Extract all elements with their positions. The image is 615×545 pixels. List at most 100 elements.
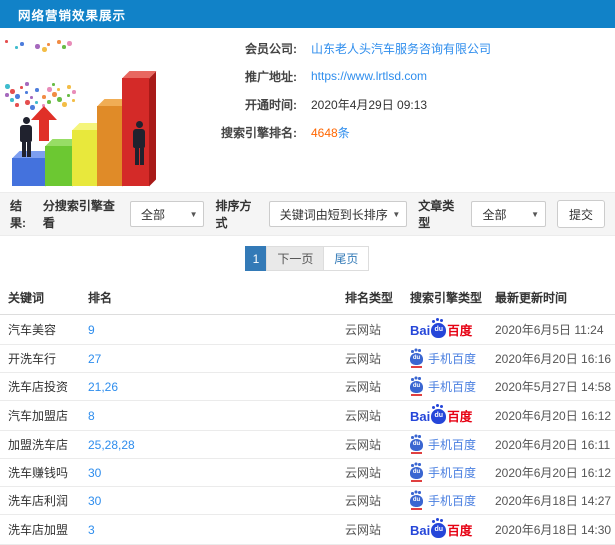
filter-controls: 分搜索引擎查看 全部 ▼ 排序方式 关键词由短到长排序 ▼ 文章类型 全部 ▼ … [37,197,605,231]
promo-url-link[interactable]: https://www.lrtlsd.com [311,69,427,83]
ranking-count-value[interactable]: 4648条 [311,124,350,141]
rank-type-cell: 云网站 [337,458,402,487]
mobile-baidu-label: 手机百度 [428,466,477,480]
confetti-dot [47,43,50,46]
confetti-dot [67,41,72,46]
rank-value-link[interactable]: 27 [88,352,101,366]
confetti-dot [20,86,23,89]
rank-value-link[interactable]: 25,28,28 [88,438,135,452]
confetti-dot [15,46,18,49]
info-row-url: 推广地址: https://www.lrtlsd.com [185,62,615,90]
rank-value-link[interactable]: 30 [88,466,101,480]
rank-cell: 30 [80,458,337,487]
updated-time-cell: 2020年6月18日 14:30 [487,514,615,545]
confetti-dot [25,82,29,86]
updated-time-cell: 2020年6月20日 16:12 [487,458,615,487]
confetti-dot [62,45,66,49]
mobile-baidu-label: 手机百度 [428,438,477,452]
article-type-select[interactable]: 全部 ▼ [471,201,546,227]
keyword-cell: 洗车赚钱吗 [0,458,80,487]
confetti-dot [10,98,14,102]
confetti-dot [52,92,57,97]
article-type-value: 全部 [482,207,507,222]
confetti-dot [10,89,15,94]
engine-cell: Bai du 百度 [402,314,487,345]
confetti-dot [20,42,24,46]
filter-bar: 结果: 分搜索引擎查看 全部 ▼ 排序方式 关键词由短到长排序 ▼ 文章类型 全… [0,192,615,236]
growth-arrow-icon [31,106,57,141]
keyword-cell: 开洗车行 [0,344,80,373]
confetti-dot [52,83,55,86]
engine-filter-select[interactable]: 全部 ▼ [129,201,205,227]
rank-cell: 21,26 [80,372,337,401]
confetti-dot [47,87,52,92]
confetti-dot [25,91,28,94]
pagination: 1 下一页 尾页 [0,236,615,280]
table-row: 洗车赚钱吗 30 云网站 du 手机百度 2020年6月20日 16:12 [0,458,615,487]
table-header-row: 关键词 排名 排名类型 搜索引擎类型 最新更新时间 [0,280,615,315]
baidu-du-text: du [434,412,444,419]
rank-value-link[interactable]: 8 [88,409,95,423]
baidu-logo-text: Bai [410,523,431,538]
next-page-button[interactable]: 下一页 [266,245,325,271]
updated-time-cell: 2020年5月27日 14:58 [487,372,615,401]
sort-label: 排序方式 [215,199,252,230]
rank-value-link[interactable]: 3 [88,523,95,537]
rank-cell: 8 [80,400,337,431]
baidu-cn-text: 百度 [447,410,473,424]
engine-filter-label: 分搜索引擎查看 [42,199,115,230]
mobile-baidu-label: 手机百度 [428,380,477,394]
confetti-dot [25,100,30,105]
mobile-baidu-label: 手机百度 [428,494,477,508]
sort-select[interactable]: 关键词由短到长排序 ▼ [268,201,408,227]
confetti-dot [42,47,47,52]
engine-cell: du 手机百度 [402,430,487,459]
article-type-label: 文章类型 [418,199,455,230]
rank-value-link[interactable]: 21,26 [88,380,118,394]
col-header-keyword: 关键词 [0,280,80,315]
mobile-baidu-label: 手机百度 [428,352,477,366]
mobile-baidu-du-text: du [412,497,421,503]
company-name-link[interactable]: 山东老人头汽车服务咨询有限公司 [311,40,491,57]
mobile-baidu-icon: du [410,492,423,510]
rank-value-link[interactable]: 30 [88,494,101,508]
engine-filter-value: 全部 [140,207,165,222]
confetti-dot [42,95,46,99]
rank-cell: 3 [80,514,337,545]
mobile-baidu-icon: du [410,464,423,482]
rank-type-cell: 云网站 [337,314,402,345]
rank-cell: 25,28,28 [80,430,337,459]
engine-cell: du 手机百度 [402,372,487,401]
confetti-dot [5,93,9,97]
businessman-figure-icon [133,121,145,165]
submit-button[interactable]: 提交 [557,200,605,228]
rank-type-cell: 云网站 [337,486,402,515]
confetti-dot [62,102,67,107]
updated-time-cell: 2020年6月20日 16:12 [487,400,615,431]
mobile-baidu-du-text: du [412,441,421,447]
table-body: 汽车美容 9 云网站 Bai du 百度 2020年6月5日 11:24 开洗车行 27 云网站 d… [0,314,615,545]
rank-value-link[interactable]: 9 [88,323,95,337]
rank-type-cell: 云网站 [337,344,402,373]
confetti-dot [35,88,39,92]
ranking-count-number: 4648 [311,125,338,140]
engine-cell: du 手机百度 [402,486,487,515]
confetti-dot [35,44,40,49]
open-time-value: 2020年4月29日 09:13 [311,97,428,112]
rank-cell: 27 [80,344,337,373]
bar-chart-yellow-bar [72,130,97,186]
chevron-down-icon: ▼ [189,209,198,219]
app-header: 网络营销效果展示 [0,0,615,28]
confetti-dot [5,40,8,43]
baidu-logo-text: Bai [410,409,431,424]
confetti-dot [67,85,71,89]
mobile-baidu-icon: du [410,436,423,454]
top-section: 会员公司: 山东老人头汽车服务咨询有限公司 推广地址: https://www.… [0,28,615,192]
bar-chart-blue-bar [12,158,45,186]
updated-time-cell: 2020年6月5日 11:24 [487,314,615,345]
last-page-button[interactable]: 尾页 [323,245,370,271]
baidu-paw-icon: du [431,520,447,538]
page-1-button[interactable]: 1 [244,245,268,271]
engine-cell: du 手机百度 [402,458,487,487]
ranking-count-suffix: 条 [337,125,350,140]
